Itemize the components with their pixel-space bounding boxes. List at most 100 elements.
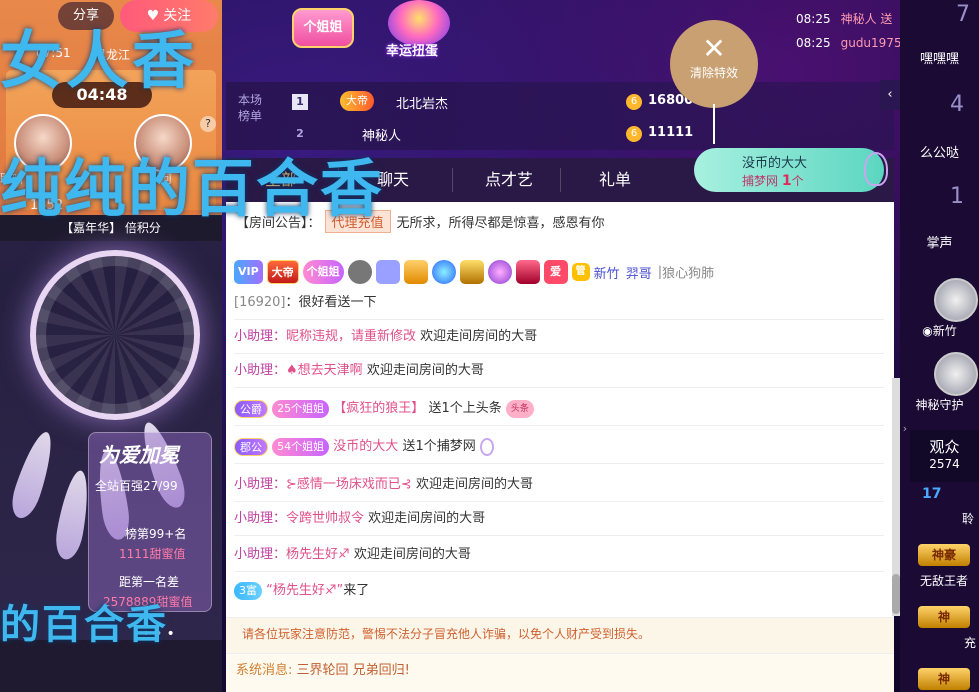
chat-message[interactable]: 小助理：令跨世帅叔令 欢迎走间房间的大哥 <box>234 502 884 536</box>
tab-gift-list[interactable]: 礼单 <box>560 158 670 202</box>
guardian-avatar[interactable] <box>934 352 978 396</box>
chat-panel[interactable]: 【房间公告】： 代理充值 无所求，所得尽都是惊喜，感恩有你 VIP 大帝 个姐姐爱管新竹… <box>226 202 894 617</box>
headline-gift-icon: 头条 <box>505 399 534 418</box>
chat-message[interactable]: 小助理：杨先生好♐ 欢迎走间房间的大哥 <box>234 538 884 572</box>
gift-item-label[interactable]: 掌声 <box>900 232 979 251</box>
tab-talent[interactable]: 点才艺 <box>454 158 564 202</box>
dreamcatcher-icon <box>479 437 494 456</box>
card-site-rank: 全站百强27/99 <box>95 479 178 493</box>
gacha-label[interactable]: 幸运扭蛋 <box>386 40 438 59</box>
chat-message[interactable]: 郡公 54个姐姐 没币的大大 送1个捕梦网 <box>234 430 884 464</box>
rank-tag-line1: 本场 <box>238 93 263 107</box>
message-user[interactable]: ♠想去天津啊 <box>286 363 363 378</box>
god-badge: 神 <box>918 668 970 690</box>
audience-tab[interactable]: 观众 2574 <box>910 430 979 482</box>
overlay-title-3: 的百合香 <box>0 602 168 648</box>
guardian-name[interactable]: ◉新竹 <box>900 322 979 339</box>
user-badge-row: VIP 大帝 个姐姐爱管新竹 羿哥 |狼心狗肺 <box>234 260 714 288</box>
message-text: ：很好看送一下 <box>285 295 377 310</box>
badge-name-1[interactable]: 新竹 <box>594 267 620 282</box>
viewer-name[interactable]: 无敌王者 <box>920 572 968 589</box>
assistant-label: 小助理： <box>234 547 287 562</box>
card-gap-label: 距第一名差 <box>119 575 180 589</box>
emperor-badge: 大帝 <box>266 260 299 284</box>
chat-message[interactable]: 3富 “杨先生好♐”来了 <box>234 574 884 608</box>
chevron-right-icon[interactable]: › <box>900 414 910 444</box>
collapse-button[interactable]: ‹ <box>880 80 900 110</box>
duke-badge: 郡公 <box>234 437 268 456</box>
vip-crown-icon <box>459 260 484 284</box>
gift-item-label[interactable]: 嘿嘿嘿 <box>900 48 979 67</box>
vip-icon: VIP <box>234 260 263 284</box>
message-user[interactable]: 令跨世帅叔令 <box>286 511 364 526</box>
orb-icon <box>431 260 456 284</box>
love-crown-card[interactable]: 为爱加冕 全站百强27/99 榜第99+名 1111甜蜜值 距第一名差 2578… <box>88 432 212 612</box>
chat-message[interactable]: 小助理：⊱感情一场床戏而已⊰ 欢迎走间房间的大哥 <box>234 468 884 502</box>
message-text: 来了 <box>343 583 370 598</box>
promo-gift: 捕梦网 1个 <box>742 172 804 189</box>
badge-name-3[interactable]: 狼心狗肺 <box>662 267 714 282</box>
coin-icon: 6 <box>626 126 642 142</box>
clear-effects-button[interactable]: ✕ 清除特效 <box>670 20 758 108</box>
purple-orb-icon <box>487 260 512 284</box>
rank-user-name: 北北岩杰 <box>396 97 449 112</box>
viewer-level: 17 <box>922 486 942 502</box>
gift-item-label[interactable]: 么公哒 <box>900 142 979 161</box>
hanging-string <box>713 104 715 144</box>
video-panel[interactable]: 分享 ♥ 关注 07:51 黑龙江 04:48 ? 聆听 河 1452 【嘉年华】… <box>0 0 222 692</box>
wealth-badge: 3富 <box>234 581 262 600</box>
rank-tag: 本场 榜单 <box>238 92 262 124</box>
guard-shield-icon <box>347 260 372 284</box>
star-icon <box>375 260 400 284</box>
chat-message[interactable]: 小助理：昵称违规，请重新修改 欢迎走间房间的大哥 <box>234 320 884 354</box>
overlay-title-2: 纯纯的百合香 <box>0 152 385 225</box>
card-list-rank: 榜第99+名 <box>125 527 187 541</box>
duke-badge: 公爵 <box>234 399 268 418</box>
love-icon: 爱 <box>543 260 568 284</box>
gift-promo-banner[interactable]: 没币的大大 捕梦网 1个 <box>694 148 888 192</box>
gift-count: 7 <box>956 2 970 27</box>
chat-message[interactable]: 公爵 25个姐姐 【疯狂的狼王】 送1个上头条 头条 <box>234 392 884 426</box>
viewer-name[interactable]: 充 <box>964 634 976 651</box>
close-icon: ✕ <box>702 32 726 65</box>
audience-label: 观众 <box>929 438 960 456</box>
gift-feed-item: 08:25 gudu1975 <box>796 36 902 50</box>
message-user[interactable]: 【疯狂的狼王】 <box>333 401 424 416</box>
girl-level-badge: 25个姐姐 <box>272 399 330 418</box>
announcement-text: 无所求，所得尽都是惊喜，感恩有你 <box>396 216 605 231</box>
gift-count: 1 <box>950 184 964 209</box>
chat-message[interactable]: 小助理：♠想去天津啊 欢迎走间房间的大哥 <box>234 354 884 388</box>
badge-name-2[interactable]: 羿哥 <box>626 267 652 282</box>
guardian-label[interactable]: 神秘守护 <box>900 396 979 413</box>
card-title: 为爱加冕 <box>99 443 179 467</box>
message-user[interactable]: “杨先生好♐” <box>266 583 343 598</box>
clear-effects-label: 清除特效 <box>689 66 738 80</box>
chat-scroll-thumb[interactable] <box>892 574 900 614</box>
dreamcatcher-icon <box>864 152 888 186</box>
message-text: 欢迎走间房间的大哥 <box>353 547 471 562</box>
rank-row[interactable]: 1 大帝 北北岩杰 6 16800 <box>292 88 892 116</box>
help-icon[interactable]: ? <box>200 116 216 132</box>
coin-icon: 6 <box>626 94 642 110</box>
overlay-title-1: 女人香 <box>0 24 199 97</box>
tab-divider <box>452 168 453 192</box>
viewer-name[interactable]: 聆 <box>962 510 974 527</box>
chat-message[interactable]: [16920]：很好看送一下 <box>234 286 884 320</box>
crown-badge: 大帝 <box>340 91 374 111</box>
message-text: 欢迎走间房间的大哥 <box>366 363 484 378</box>
admin-badge: 管 <box>571 263 590 281</box>
message-user[interactable]: ⊱感情一场床戏而已⊰ <box>286 477 412 492</box>
assistant-label: 小助理： <box>234 477 287 492</box>
feed-time: 08:25 <box>796 36 831 50</box>
guardian-avatar[interactable] <box>934 278 978 322</box>
message-user-id: [16920] <box>234 295 286 310</box>
message-user[interactable]: 昵称违规，请重新修改 <box>286 329 416 344</box>
rose-icon <box>403 260 428 284</box>
audience-count: 2574 <box>929 457 960 471</box>
rank-score: 11111 <box>648 125 694 140</box>
message-user[interactable]: 没币的大大 <box>333 439 398 454</box>
girl-badge[interactable]: 个姐姐 <box>292 8 354 48</box>
god-badge: 神豪 <box>918 544 970 566</box>
message-user[interactable]: 杨先生好♐ <box>286 547 350 562</box>
message-text: 欢迎走间房间的大哥 <box>420 329 538 344</box>
